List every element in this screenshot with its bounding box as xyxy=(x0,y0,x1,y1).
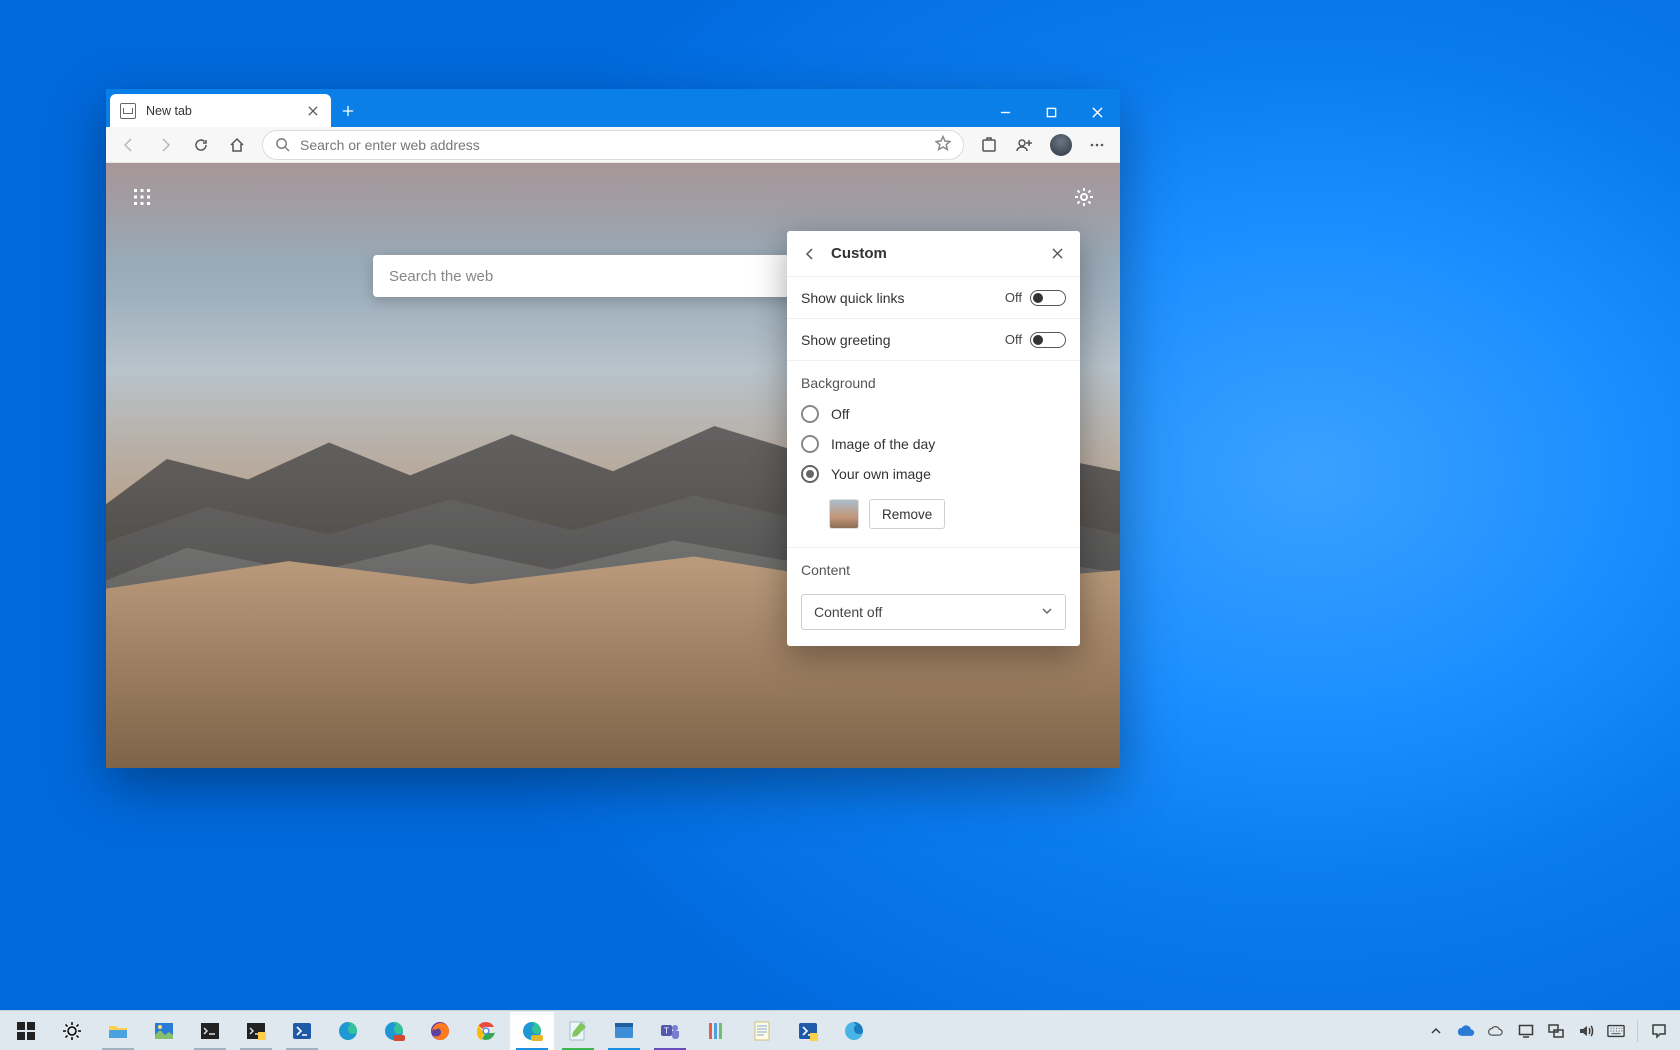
own-image-row: Remove xyxy=(787,489,1080,547)
titlebar: New tab xyxy=(106,89,1120,127)
tray-volume-icon[interactable] xyxy=(1577,1022,1595,1040)
window-maximize-button[interactable] xyxy=(1028,97,1074,127)
taskbar-settings-icon[interactable] xyxy=(50,1012,94,1050)
taskbar-firefox-icon[interactable] xyxy=(418,1012,462,1050)
tab-favicon-icon xyxy=(120,103,136,119)
tray-network-icon[interactable] xyxy=(1547,1022,1565,1040)
tray-onedrive-icon[interactable] xyxy=(1457,1022,1475,1040)
taskbar-cmd-icon[interactable] xyxy=(188,1012,232,1050)
quick-links-row: Show quick links Off xyxy=(787,277,1080,319)
tray-display-icon[interactable] xyxy=(1517,1022,1535,1040)
tab-close-button[interactable] xyxy=(305,103,321,119)
profile-switcher-button[interactable] xyxy=(1008,130,1042,160)
toolbar: Search or enter web address xyxy=(106,127,1120,163)
taskbar: T xyxy=(0,1010,1680,1050)
new-tab-page: Search the web Custom Show quick links O… xyxy=(106,163,1120,768)
taskbar-file-explorer-icon[interactable] xyxy=(96,1012,140,1050)
background-option-image-of-day[interactable]: Image of the day xyxy=(787,429,1080,459)
background-option-own-image[interactable]: Your own image xyxy=(787,459,1080,489)
page-settings-button[interactable] xyxy=(1066,179,1102,215)
browser-window: New tab Search or enter web address xyxy=(106,89,1120,768)
chevron-down-icon xyxy=(1041,604,1053,620)
radio-icon xyxy=(801,405,819,423)
home-button[interactable] xyxy=(220,130,254,160)
taskbar-notepad-plus-icon[interactable] xyxy=(556,1012,600,1050)
favorite-icon[interactable] xyxy=(935,135,951,154)
profile-avatar[interactable] xyxy=(1044,130,1078,160)
tray-separator xyxy=(1637,1020,1638,1042)
system-tray xyxy=(1427,1020,1676,1042)
radio-icon xyxy=(801,435,819,453)
back-button[interactable] xyxy=(112,130,146,160)
taskbar-edge-chromium-icon[interactable] xyxy=(832,1012,876,1050)
background-option-own-label: Your own image xyxy=(831,466,931,482)
app-launcher-button[interactable] xyxy=(124,179,160,215)
taskbar-app-stripe-icon[interactable] xyxy=(694,1012,738,1050)
greeting-label: Show greeting xyxy=(801,332,891,348)
content-dropdown-value: Content off xyxy=(814,604,882,620)
extensions-button[interactable] xyxy=(972,130,1006,160)
taskbar-powershell-icon[interactable] xyxy=(280,1012,324,1050)
background-thumbnail[interactable] xyxy=(829,499,859,529)
panel-back-button[interactable] xyxy=(799,243,821,265)
new-tab-button[interactable] xyxy=(331,94,365,127)
start-button[interactable] xyxy=(4,1012,48,1050)
background-option-iod-label: Image of the day xyxy=(831,436,935,452)
taskbar-chrome-icon[interactable] xyxy=(464,1012,508,1050)
tab-title: New tab xyxy=(146,104,192,118)
background-heading: Background xyxy=(787,361,1080,399)
remove-image-button[interactable]: Remove xyxy=(869,499,945,529)
tray-cloud-icon[interactable] xyxy=(1487,1022,1505,1040)
taskbar-powershell-admin-icon[interactable] xyxy=(786,1012,830,1050)
radio-selected-icon xyxy=(801,465,819,483)
svg-text:T: T xyxy=(664,1026,669,1035)
panel-title: Custom xyxy=(831,245,887,262)
ntp-search-placeholder: Search the web xyxy=(389,268,493,285)
refresh-button[interactable] xyxy=(184,130,218,160)
taskbar-window-app-icon[interactable] xyxy=(602,1012,646,1050)
address-bar[interactable]: Search or enter web address xyxy=(262,130,964,160)
panel-close-button[interactable] xyxy=(1046,243,1068,265)
tray-keyboard-icon[interactable] xyxy=(1607,1022,1625,1040)
window-minimize-button[interactable] xyxy=(982,97,1028,127)
more-menu-button[interactable] xyxy=(1080,130,1114,160)
address-placeholder: Search or enter web address xyxy=(300,137,480,153)
taskbar-teams-icon[interactable]: T xyxy=(648,1012,692,1050)
taskbar-edge-canary-icon[interactable] xyxy=(510,1012,554,1050)
ntp-search-box[interactable]: Search the web xyxy=(373,255,853,297)
taskbar-notepad-icon[interactable] xyxy=(740,1012,784,1050)
window-controls xyxy=(982,97,1120,127)
ntp-top-bar xyxy=(106,177,1120,217)
greeting-row: Show greeting Off xyxy=(787,319,1080,361)
tab-new-tab[interactable]: New tab xyxy=(110,94,331,127)
taskbar-cmd-admin-icon[interactable] xyxy=(234,1012,278,1050)
panel-header: Custom xyxy=(787,231,1080,277)
taskbar-photos-icon[interactable] xyxy=(142,1012,186,1050)
search-icon xyxy=(275,137,290,152)
content-dropdown[interactable]: Content off xyxy=(801,594,1066,630)
tray-overflow-icon[interactable] xyxy=(1427,1022,1445,1040)
forward-button[interactable] xyxy=(148,130,182,160)
taskbar-edge-beta-icon[interactable] xyxy=(372,1012,416,1050)
tray-action-center-icon[interactable] xyxy=(1650,1022,1668,1040)
avatar-icon xyxy=(1050,134,1072,156)
background-option-off[interactable]: Off xyxy=(787,399,1080,429)
window-close-button[interactable] xyxy=(1074,97,1120,127)
background-option-off-label: Off xyxy=(831,406,849,422)
quick-links-toggle[interactable] xyxy=(1030,290,1066,306)
page-settings-panel: Custom Show quick links Off Show greetin… xyxy=(787,231,1080,646)
content-heading: Content xyxy=(787,547,1080,586)
taskbar-edge-icon[interactable] xyxy=(326,1012,370,1050)
quick-links-label: Show quick links xyxy=(801,290,905,306)
greeting-toggle[interactable] xyxy=(1030,332,1066,348)
greeting-state: Off xyxy=(1005,332,1022,347)
quick-links-state: Off xyxy=(1005,290,1022,305)
